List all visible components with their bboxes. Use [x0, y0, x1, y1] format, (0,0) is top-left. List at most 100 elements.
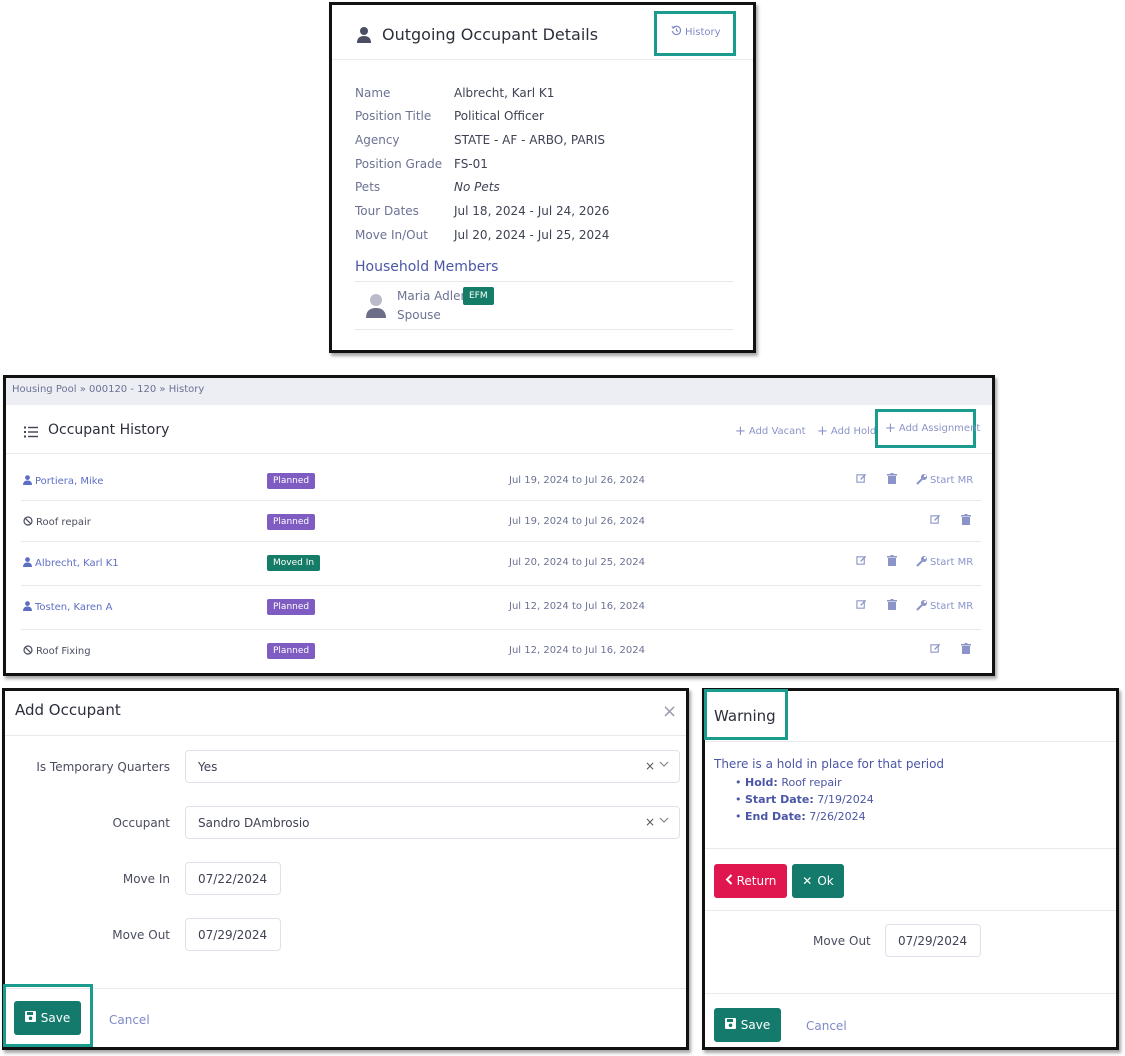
warning-title-highlight: [704, 689, 788, 740]
edit-icon[interactable]: [856, 473, 867, 484]
position-grade-label: Position Grade: [355, 157, 443, 171]
move-out-input[interactable]: 07/29/2024: [885, 924, 981, 957]
temporary-quarters-value: Yes: [198, 759, 218, 774]
save-button[interactable]: Save: [714, 1008, 781, 1042]
start-mr-button[interactable]: Start MR: [916, 555, 973, 570]
floppy-icon: [724, 1018, 736, 1032]
occupant-select[interactable]: Sandro DAmbrosio ×: [185, 806, 680, 839]
date-range: Jul 19, 2024 to Jul 26, 2024: [509, 516, 645, 527]
trash-icon[interactable]: [961, 643, 971, 654]
pets-label: Pets: [355, 180, 381, 194]
occupant-value: Sandro DAmbrosio: [198, 815, 310, 830]
move-in-input[interactable]: 07/22/2024: [185, 862, 281, 895]
wrench-icon: [916, 599, 928, 614]
household-members-heading: Household Members: [355, 259, 499, 275]
chevron-down-icon[interactable]: [659, 814, 669, 828]
move-out-value: 07/29/2024: [198, 927, 268, 942]
trash-icon[interactable]: [961, 514, 971, 525]
occupant-link[interactable]: Albrecht, Karl K1: [23, 557, 119, 570]
temporary-quarters-select[interactable]: Yes ×: [185, 750, 680, 783]
cancel-button[interactable]: Cancel: [806, 1019, 847, 1033]
date-range: Jul 12, 2024 to Jul 16, 2024: [509, 645, 645, 656]
list-item: • End Date: 7/26/2024: [735, 810, 866, 823]
agency-value: STATE - AF - ARBO, PARIS: [454, 133, 606, 147]
move-in-out-value: Jul 20, 2024 - Jul 25, 2024: [454, 228, 610, 242]
table-row: Roof repair Planned Jul 19, 2024 to Jul …: [21, 502, 981, 542]
edit-icon[interactable]: [930, 514, 941, 525]
start-mr-label: Start MR: [930, 601, 974, 612]
trash-icon[interactable]: [887, 473, 897, 484]
position-grade-value: FS-01: [454, 157, 488, 171]
move-out-value: 07/29/2024: [898, 933, 968, 948]
warning-message: There is a hold in place for that period: [714, 757, 945, 771]
move-out-input[interactable]: 07/29/2024: [185, 918, 281, 951]
pets-value: No Pets: [454, 180, 500, 194]
start-date-label: Start Date:: [745, 793, 814, 806]
add-assignment-button[interactable]: + Add Assignment: [885, 421, 980, 436]
add-hold-label: Add Hold: [830, 426, 877, 437]
modal-title: Add Occupant: [15, 701, 121, 719]
return-button[interactable]: Return: [714, 864, 787, 898]
move-out-label: Move Out: [813, 934, 871, 948]
add-assignment-label: Add Assignment: [898, 423, 981, 434]
page-title: Occupant History: [48, 422, 170, 438]
occupant-name: Albrecht, Karl K1: [35, 558, 119, 569]
occupant-label: Occupant: [112, 816, 170, 830]
name-link[interactable]: Albrecht, Karl K1: [454, 86, 554, 100]
person-icon: [356, 26, 372, 48]
add-hold-button[interactable]: + Add Hold: [817, 424, 876, 439]
name-label: Name: [355, 86, 391, 100]
history-link-label: History: [685, 26, 721, 38]
panel-title: Outgoing Occupant Details: [382, 25, 599, 44]
clear-icon[interactable]: ×: [645, 815, 655, 829]
table-row: Roof Fixing Planned Jul 12, 2024 to Jul …: [21, 631, 981, 671]
hold-name[interactable]: Roof repair: [23, 516, 91, 529]
ban-icon: [23, 645, 33, 658]
start-mr-button[interactable]: Start MR: [916, 473, 973, 488]
edit-icon[interactable]: [930, 643, 941, 654]
occupant-link[interactable]: Tosten, Karen A: [23, 601, 112, 614]
member-relation: Spouse: [397, 308, 441, 322]
table-row: Portiera, Mike Planned Jul 19, 2024 to J…: [21, 461, 981, 501]
chevron-down-icon[interactable]: [659, 758, 669, 772]
move-out-label: Move Out: [112, 928, 170, 942]
save-button[interactable]: Save: [14, 1001, 81, 1035]
ban-icon: [23, 516, 33, 529]
wrench-icon: [916, 555, 928, 570]
add-occupant-modal: Add Occupant × Is Temporary Quarters Yes…: [2, 688, 689, 1050]
start-mr-button[interactable]: Start MR: [916, 599, 973, 614]
table-row: Tosten, Karen A Planned Jul 12, 2024 to …: [21, 587, 981, 630]
user-icon: [23, 557, 32, 570]
add-vacant-button[interactable]: + Add Vacant: [735, 424, 806, 439]
edit-icon[interactable]: [856, 599, 867, 610]
status-badge: Moved In: [267, 555, 321, 571]
close-icon[interactable]: ×: [662, 701, 677, 722]
save-label: Save: [40, 1011, 71, 1025]
hold-label: Roof repair: [36, 517, 91, 528]
history-icon: [671, 25, 682, 39]
warning-modal: Warning There is a hold in place for tha…: [702, 688, 1119, 1050]
trash-icon[interactable]: [887, 599, 897, 610]
edit-icon[interactable]: [856, 555, 867, 566]
chevron-left-icon: [725, 874, 733, 888]
move-in-label: Move In: [122, 872, 170, 886]
tour-dates-value: Jul 18, 2024 - Jul 24, 2026: [454, 204, 610, 218]
hold-details-list: • Hold: Roof repair • Start Date: 7/19/2…: [735, 774, 874, 825]
return-label: Return: [736, 874, 777, 888]
plus-icon: +: [817, 424, 828, 439]
start-mr-label: Start MR: [930, 557, 974, 568]
plus-icon: +: [735, 424, 746, 439]
clear-icon[interactable]: ×: [645, 759, 655, 773]
floppy-icon: [24, 1011, 36, 1025]
wrench-icon: [916, 473, 928, 488]
history-link[interactable]: History: [671, 25, 721, 39]
ok-button[interactable]: ✕ Ok: [792, 864, 844, 898]
list-item: • Hold: Roof repair: [735, 776, 842, 789]
breadcrumb: Housing Pool » 000120 - 120 » History: [6, 378, 992, 405]
occupant-link[interactable]: Portiera, Mike: [23, 475, 103, 488]
hold-name[interactable]: Roof Fixing: [23, 645, 91, 658]
user-icon: [23, 475, 32, 488]
cancel-button[interactable]: Cancel: [109, 1013, 150, 1027]
status-badge: Planned: [267, 643, 316, 659]
trash-icon[interactable]: [887, 555, 897, 566]
